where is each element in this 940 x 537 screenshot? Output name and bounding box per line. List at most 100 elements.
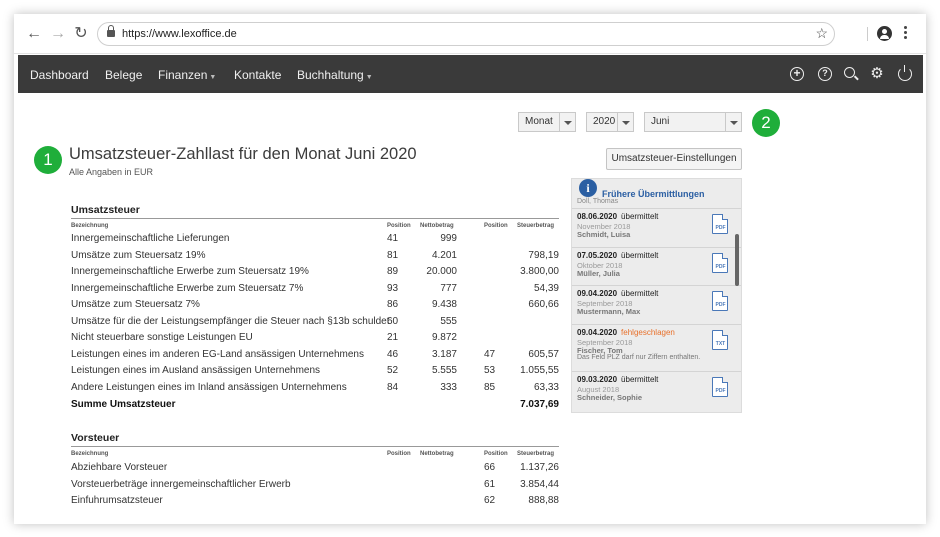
menu-item-belege[interactable]: Belege: [105, 68, 142, 82]
row-nettobetrag: 20.000: [426, 266, 457, 277]
row-label: Einfuhrumsatzsteuer: [71, 495, 163, 506]
row-nettobetrag: 9.872: [431, 332, 457, 343]
col-header-position: Position: [387, 223, 411, 229]
row-label: Innergemeinschaftliche Lieferungen: [71, 233, 230, 244]
table-row: Vorsteuerbeträge innergemeinschaftlicher…: [71, 479, 559, 495]
page-title: Umsatzsteuer-Zahllast für den Monat Juni…: [69, 145, 417, 163]
lock-icon: [107, 25, 115, 38]
table-row: Umsätze zum Steuersatz 19% 81 4.201 798,19: [71, 250, 559, 266]
row-position: 46: [387, 348, 399, 360]
page-subtitle: Alle Angaben in EUR: [69, 167, 154, 177]
row-steuerbetrag: 54,39: [533, 282, 559, 294]
txt-file-icon[interactable]: TXT: [712, 330, 728, 350]
period-type-select[interactable]: Monat: [518, 112, 576, 132]
row-position-2: 47: [484, 348, 496, 360]
table-row: Abziehbare Vorsteuer 66 1.137,26: [71, 462, 559, 478]
submission-date: 07.05.2020: [577, 251, 618, 260]
submission-date: 09.04.2020: [577, 289, 618, 298]
table-row: Leistungen eines im Ausland ansässigen U…: [71, 365, 559, 381]
forward-arrow-icon[interactable]: →: [48, 24, 68, 44]
back-arrow-icon[interactable]: ←: [24, 24, 44, 44]
submission-status: übermittelt: [621, 375, 659, 384]
row-label: Umsätze zum Steuersatz 7%: [71, 299, 200, 310]
submission-date: 08.06.2020: [577, 212, 618, 221]
row-position-2: 62: [484, 495, 496, 506]
sum-label: Summe Umsatzsteuer: [71, 399, 176, 410]
submission-user: Schneider, Sophie: [577, 393, 643, 402]
pdf-file-icon[interactable]: PDF: [712, 291, 728, 311]
row-position-2: 85: [484, 381, 496, 393]
table-row: Andere Leistungen eines im Inland ansäss…: [71, 382, 559, 398]
submission-status: übermittelt: [621, 251, 659, 260]
menu-item-finanzen[interactable]: Finanzen ▼: [158, 68, 216, 82]
month-select[interactable]: Juni: [644, 112, 742, 132]
menu-item-buchhaltung[interactable]: Buchhaltung ▼: [297, 68, 373, 82]
submission-user: Schmidt, Luisa: [577, 230, 631, 239]
menu-item-label: Kontakte: [234, 68, 282, 82]
row-position-2: 61: [484, 478, 496, 490]
table-row: Umsätze zum Steuersatz 7% 86 9.438 660,66: [71, 299, 559, 315]
address-bar[interactable]: https://www.lexoffice.de ☆: [97, 22, 835, 46]
menu-item-dashboard[interactable]: Dashboard: [30, 68, 89, 82]
truncated-entry-name: Doll, Thomas: [577, 198, 619, 205]
panel-divider: [572, 371, 741, 372]
row-position: 52: [387, 365, 399, 376]
submission-entry[interactable]: 08.06.2020 übermittelt November 2018 Schmid…: [577, 212, 737, 246]
submission-date-status: 08.06.2020 übermittelt: [577, 212, 658, 221]
menu-item-label: Dashboard: [30, 68, 89, 82]
year-value: 2020: [593, 116, 616, 127]
reload-icon[interactable]: ↻: [71, 24, 91, 44]
gear-icon[interactable]: ⚙: [870, 66, 884, 81]
star-icon[interactable]: ☆: [815, 25, 828, 42]
vat-settings-button[interactable]: Umsatzsteuer-Einstellungen: [606, 148, 742, 170]
row-position-2: 66: [484, 462, 496, 473]
account-icon[interactable]: [877, 26, 892, 41]
panel-divider: [572, 285, 741, 286]
chevron-down-icon: [725, 113, 741, 131]
year-select[interactable]: 2020: [586, 112, 634, 132]
submission-entry[interactable]: 09.04.2020 übermittelt September 2018 Muste…: [577, 289, 737, 323]
col-header-position: Position: [387, 451, 411, 457]
url-text[interactable]: https://www.lexoffice.de: [122, 28, 237, 40]
table-row: Leistungen eines im anderen EG-Land ansä…: [71, 349, 559, 365]
row-position: 60: [387, 315, 399, 327]
row-position: 41: [387, 233, 399, 244]
previous-submissions-panel[interactable]: i Frühere Übermittlungen Doll, Thomas 08…: [571, 178, 742, 413]
col-header-bezeichnung: Bezeichnung: [71, 223, 109, 229]
pdf-file-icon[interactable]: PDF: [712, 253, 728, 273]
menu-item-kontakte[interactable]: Kontakte: [234, 68, 281, 82]
submission-user: Müller, Julia: [577, 269, 620, 278]
submission-entry[interactable]: 07.05.2020 übermittelt Oktober 2018 Müller,…: [577, 251, 737, 285]
row-nettobetrag: 555: [440, 315, 457, 327]
col-header-steuerbetrag: Steuerbetrag: [517, 451, 555, 457]
table-row: Einfuhrumsatzsteuer 62 888,88: [71, 495, 559, 511]
submission-user: Mustermann, Max: [577, 307, 641, 316]
panel-divider: [572, 208, 741, 209]
submission-entry[interactable]: 09.04.2020 fehlgeschlagen September 2018 Fi…: [577, 328, 737, 362]
row-steuerbetrag: 1.137,26: [520, 462, 559, 473]
row-steuerbetrag: 3.854,44: [520, 478, 559, 490]
file-type-label: PDF: [715, 225, 726, 231]
plus-circle-icon[interactable]: +: [790, 67, 804, 81]
submission-error: Das Feld PLZ darf nur Ziffern enthalten.: [577, 354, 701, 361]
kebab-menu-icon[interactable]: [904, 26, 908, 42]
panel-divider: [572, 247, 741, 248]
submission-status: übermittelt: [621, 289, 659, 298]
submission-entry[interactable]: 09.03.2020 übermittelt August 2018 Schneide…: [577, 375, 737, 409]
col-header-steuerbetrag: Steuerbetrag: [517, 223, 555, 229]
panel-divider: [572, 324, 741, 325]
panel-scrollbar[interactable]: [735, 234, 739, 286]
callout-badge-1: 1: [34, 146, 62, 174]
pdf-file-icon[interactable]: PDF: [712, 377, 728, 397]
power-icon[interactable]: [898, 65, 912, 81]
submission-status: übermittelt: [621, 212, 659, 221]
table-row: Umsätze für die der Leistungsempfänger d…: [71, 316, 559, 332]
table-row: Innergemeinschaftliche Erwerbe zum Steue…: [71, 266, 559, 282]
row-position: 21: [387, 332, 399, 343]
search-icon[interactable]: [844, 67, 855, 78]
help-icon[interactable]: ?: [818, 67, 832, 81]
row-label: Umsätze zum Steuersatz 19%: [71, 249, 206, 261]
submission-date: 09.03.2020: [577, 375, 618, 384]
pdf-file-icon[interactable]: PDF: [712, 214, 728, 234]
file-type-label: PDF: [715, 264, 726, 270]
